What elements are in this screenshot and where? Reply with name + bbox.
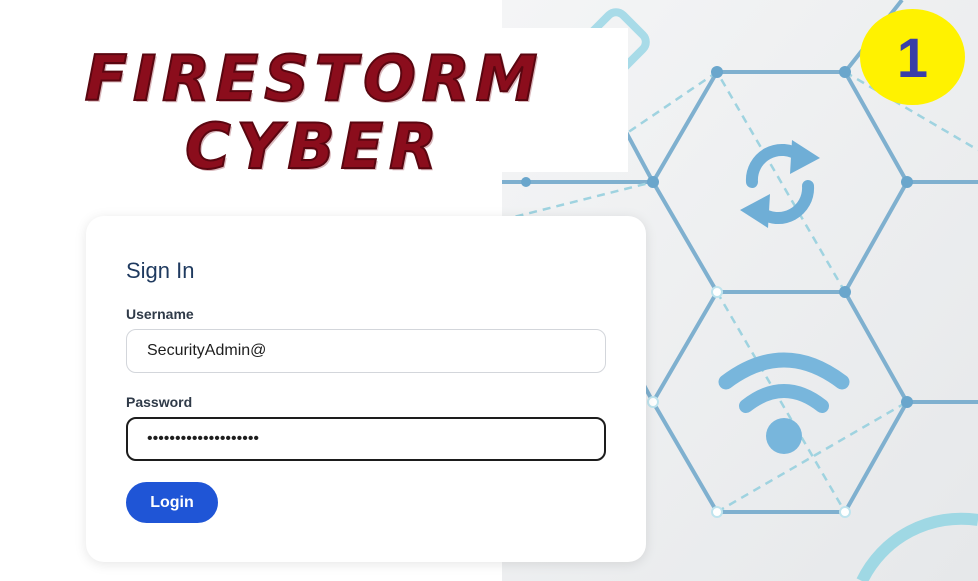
logo-text-line-1: FIRESTORM [84, 41, 544, 116]
password-input[interactable] [126, 417, 606, 461]
username-label: Username [126, 306, 194, 322]
sign-in-title: Sign In [126, 258, 195, 283]
login-button[interactable]: Login [126, 482, 218, 523]
password-label: Password [126, 394, 193, 410]
step-number-badge: 1 [860, 9, 965, 105]
username-input[interactable] [126, 329, 606, 373]
logo-text-line-2: CYBER [184, 109, 443, 184]
wifi-icon [718, 352, 850, 454]
refresh-icon [740, 140, 820, 228]
sign-in-card: Sign In Username Password Login [86, 216, 646, 562]
firestorm-cyber-logo: FIRESTORM CYBER [0, 28, 628, 184]
